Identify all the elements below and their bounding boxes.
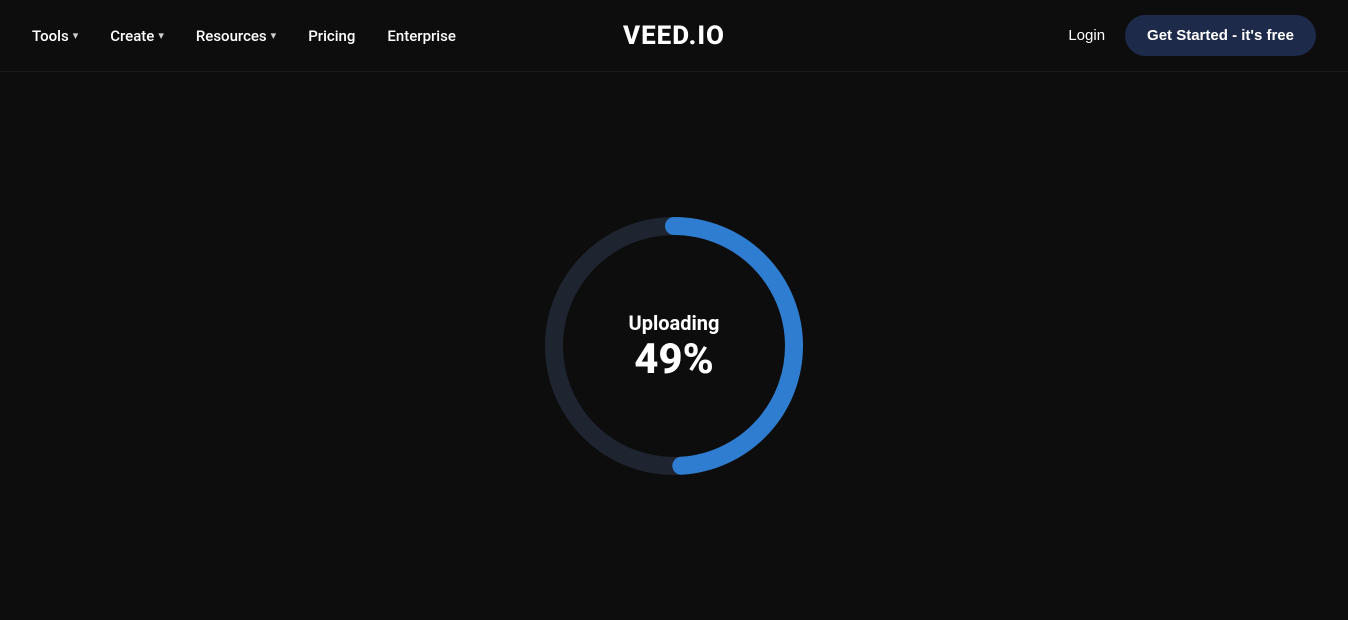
nav-item-create[interactable]: Create ▾ [110,27,164,45]
nav-left: Tools ▾ Create ▾ Resources ▾ Pricing Ent… [32,27,456,45]
nav-tools-label: Tools [32,27,69,45]
nav-enterprise-label: Enterprise [387,27,455,45]
nav-pricing-label: Pricing [308,27,355,45]
navbar: Tools ▾ Create ▾ Resources ▾ Pricing Ent… [0,0,1348,72]
nav-item-pricing[interactable]: Pricing [308,27,355,45]
get-started-button[interactable]: Get Started - it's free [1125,15,1316,56]
nav-right: Login Get Started - it's free [1068,15,1316,56]
chevron-down-icon: ▾ [158,29,164,42]
chevron-down-icon: ▾ [73,29,79,42]
progress-text: Uploading 49% [629,311,720,381]
percent-label: 49% [629,339,720,381]
nav-item-tools[interactable]: Tools ▾ [32,27,78,45]
chevron-down-icon: ▾ [271,29,277,42]
main-content: Uploading 49% [0,72,1348,620]
upload-progress-container: Uploading 49% [534,206,814,486]
nav-create-label: Create [110,27,154,45]
site-logo[interactable]: VEED.IO [623,21,725,51]
nav-item-resources[interactable]: Resources ▾ [196,27,276,45]
nav-item-enterprise[interactable]: Enterprise [387,27,455,45]
login-button[interactable]: Login [1068,27,1105,44]
uploading-label: Uploading [629,311,720,335]
nav-resources-label: Resources [196,27,267,45]
